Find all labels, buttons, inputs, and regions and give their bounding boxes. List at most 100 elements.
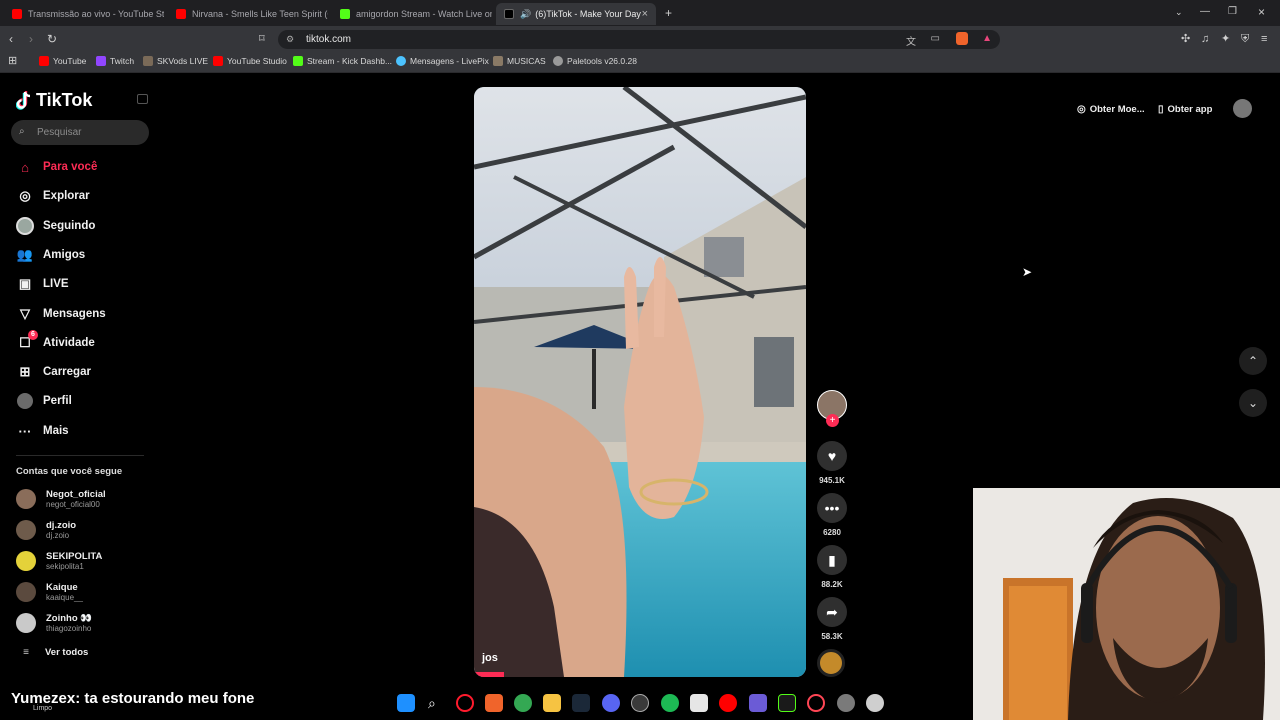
file-explorer-icon[interactable] <box>543 694 561 712</box>
nav-live[interactable]: ▣ LIVE <box>16 274 69 294</box>
settings-gear-icon[interactable] <box>837 694 855 712</box>
like-button[interactable]: ♥ 945.1K <box>817 441 847 485</box>
mouse-cursor-icon: ➤ <box>1022 265 1033 279</box>
kick-icon <box>293 56 303 66</box>
apps-grid-icon[interactable]: ⊞ <box>8 56 17 67</box>
bookmark-livepix[interactable]: Mensagens - LivePix <box>396 56 489 66</box>
get-app-button[interactable]: ▯ Obter app <box>1158 100 1212 118</box>
bookmark-musicas[interactable]: MUSICAS <box>493 56 546 66</box>
nav-para-voce[interactable]: ⌂ Para você <box>16 157 97 177</box>
brave-icon[interactable] <box>485 694 503 712</box>
following-account[interactable]: Zoinho 👀 thiagozoinho <box>16 613 92 633</box>
extensions-icon[interactable]: ✣ <box>1181 34 1190 45</box>
nav-atividade[interactable]: ☐ 6 Atividade <box>16 330 95 353</box>
bookmark-label: SKVods LIVE <box>157 56 209 66</box>
kick-app-icon[interactable] <box>778 694 796 712</box>
list-icon: ≡ <box>23 647 29 658</box>
following-account[interactable]: dj.zoio dj.zoio <box>16 520 76 540</box>
notepad-icon[interactable] <box>690 694 708 712</box>
spotify-icon[interactable] <box>661 694 679 712</box>
bookmark-youtube[interactable]: YouTube <box>39 56 86 66</box>
close-tab-icon[interactable]: × <box>642 8 648 20</box>
share-button[interactable]: ➦ 58.3K <box>817 597 847 641</box>
get-coins-button[interactable]: ◎ Obter Moe... <box>1077 100 1145 118</box>
following-account[interactable]: Kaique kaaique__ <box>16 582 83 602</box>
youtube-app-icon[interactable] <box>719 694 737 712</box>
previous-video-button[interactable]: ⌃ <box>1239 347 1267 375</box>
nav-perfil[interactable]: Perfil <box>16 391 72 411</box>
nav-carregar[interactable]: ⊞ Carregar <box>16 362 91 382</box>
nav-mensagens[interactable]: ▽ Mensagens <box>16 304 106 324</box>
tab-title: (6)TikTok - Make Your Day <box>535 9 641 19</box>
new-tab-icon[interactable]: + <box>665 7 672 19</box>
translate-icon[interactable]: 文 <box>906 33 916 48</box>
bookmark-youtube-studio[interactable]: YouTube Studio <box>213 56 287 66</box>
following-account[interactable]: Negot_oficial negot_oficial00 <box>16 489 106 509</box>
tab-youtube-studio[interactable]: Transmissão ao vivo - YouTube Studio <box>4 3 164 25</box>
forward-icon[interactable]: › <box>29 33 33 45</box>
video-player[interactable] <box>474 87 806 677</box>
bookmark-icon[interactable]: ⌑ <box>259 34 265 45</box>
brave-shields-icon[interactable] <box>956 32 968 45</box>
bookmark-twitch[interactable]: Twitch <box>96 56 134 66</box>
nav-label: Explorar <box>43 190 90 202</box>
game-controller-icon[interactable] <box>749 694 767 712</box>
tab-nirvana[interactable]: Nirvana - Smells Like Teen Spirit (Offi <box>168 3 328 25</box>
nav-explorar[interactable]: ◎ Explorar <box>16 186 90 206</box>
nav-amigos[interactable]: 👥 Amigos <box>16 245 85 265</box>
youtube-icon <box>12 9 22 19</box>
user-avatar[interactable] <box>1233 99 1252 118</box>
nav-mais[interactable]: ··· Mais <box>16 421 69 441</box>
discord-icon[interactable] <box>602 694 620 712</box>
menu-icon[interactable]: ≡ <box>1261 34 1267 45</box>
comment-button[interactable]: ••• 6280 <box>817 493 847 537</box>
obs-icon[interactable] <box>631 694 649 712</box>
comment-count: 6280 <box>823 528 841 537</box>
search-input[interactable]: ⌕ Pesquisar <box>11 120 149 145</box>
reload-icon[interactable]: ↻ <box>47 33 57 45</box>
tiktok-logo[interactable]: TikTok <box>16 90 92 111</box>
music-disc-button[interactable] <box>817 649 847 677</box>
back-icon[interactable]: ‹ <box>9 33 13 45</box>
chrome-icon[interactable] <box>514 694 532 712</box>
nav-label: LIVE <box>43 278 69 290</box>
bookmark-label: Stream - Kick Dashb... <box>307 56 393 66</box>
tab-tiktok[interactable]: 🔊 (6)TikTok - Make Your Day × <box>496 3 656 25</box>
paletools-icon <box>553 56 563 66</box>
vpn-shield-icon[interactable]: ⛨ <box>1241 34 1249 45</box>
collapse-sidebar-icon[interactable] <box>137 94 148 104</box>
valorant-icon[interactable] <box>807 694 825 712</box>
nav-seguindo[interactable]: Seguindo <box>16 216 95 236</box>
brave-rewards-icon[interactable]: ▲ <box>982 33 992 44</box>
app-icon[interactable] <box>866 694 884 712</box>
follow-plus-icon[interactable]: + <box>826 414 839 427</box>
music-icon[interactable]: ♫ <box>1201 34 1209 45</box>
restore-icon[interactable]: ❐ <box>1228 7 1237 17</box>
bookmark-kick[interactable]: Stream - Kick Dashb... <box>293 56 392 66</box>
tab-kick-stream[interactable]: amigordon Stream - Watch Live on K <box>332 3 492 25</box>
address-bar[interactable]: ⚙ tiktok.com 文 ▭ ▲ <box>278 30 1000 49</box>
window-close-icon[interactable]: × <box>1258 6 1265 18</box>
site-info-icon[interactable]: ⚙ <box>286 34 294 45</box>
windows-start-icon[interactable] <box>397 694 415 712</box>
bookmark-paletools[interactable]: Paletools v26.0.28 <box>553 56 637 66</box>
cast-icon[interactable]: ▭ <box>931 33 940 44</box>
ai-sparkle-icon[interactable]: ✦ <box>1221 34 1230 45</box>
tab-list-icon[interactable]: ⌄ <box>1175 8 1183 17</box>
opera-icon[interactable] <box>456 694 474 712</box>
video-author[interactable]: jos <box>482 652 498 664</box>
save-button[interactable]: ▮ 88.2K <box>817 545 847 589</box>
minimize-icon[interactable]: — <box>1200 7 1210 17</box>
steam-icon[interactable] <box>572 694 590 712</box>
see-all-link[interactable]: ≡ Ver todos <box>16 647 88 658</box>
speaker-icon: 🔊 <box>520 8 532 19</box>
bookmark-skvods[interactable]: SKVods LIVE <box>143 56 208 66</box>
avatar <box>16 520 36 540</box>
following-account[interactable]: SEKIPOLITA sekipolita1 <box>16 551 102 571</box>
account-name: Kaique <box>46 582 78 593</box>
taskbar-search-icon[interactable]: ⌕ <box>428 695 436 712</box>
chevron-up-icon: ⌃ <box>1247 354 1259 368</box>
creator-avatar-button[interactable]: + <box>817 390 847 427</box>
live-icon: ▣ <box>18 276 32 291</box>
next-video-button[interactable]: ⌄ <box>1239 389 1267 417</box>
